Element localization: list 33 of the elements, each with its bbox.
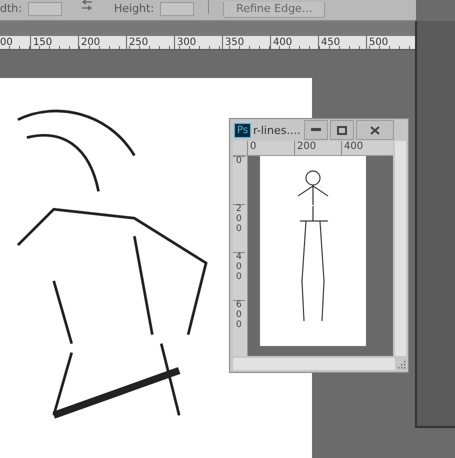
maximize-icon: [337, 126, 348, 134]
app-badge: Ps: [234, 122, 252, 138]
ruler-label: 0: [233, 156, 245, 204]
ruler-label: 150: [30, 36, 78, 49]
height-input[interactable]: [160, 2, 194, 16]
minimize-button[interactable]: [304, 120, 328, 140]
ruler-label: 350: [222, 36, 270, 49]
vertical-scrollbar[interactable]: [395, 141, 406, 356]
ruler-label: 500: [366, 36, 414, 49]
close-button[interactable]: [356, 120, 394, 140]
ruler-label: 450: [318, 36, 366, 49]
refine-edge-button[interactable]: Refine Edge...: [223, 2, 326, 18]
swap-arrows-icon[interactable]: [80, 0, 94, 10]
width-label: dth:: [0, 2, 22, 16]
ruler-label: 300: [174, 36, 222, 49]
width-input[interactable]: [28, 2, 62, 16]
ruler-label: 400: [270, 36, 318, 49]
maximize-button[interactable]: [330, 120, 354, 140]
ruler-label: 200: [233, 204, 245, 252]
close-icon: [370, 126, 380, 134]
ruler-label: 00: [0, 36, 14, 49]
minimize-icon: [311, 128, 322, 132]
resize-grip-icon[interactable]: [397, 360, 406, 368]
window-title: r-lines....: [253, 124, 300, 136]
ruler-label: 250: [126, 36, 174, 49]
ruler-label: 600: [233, 300, 245, 348]
horizontal-scrollbar[interactable]: [233, 358, 395, 370]
ruler-label: 400: [341, 141, 388, 155]
height-label: Height:: [114, 2, 154, 16]
ruler-label: 400: [233, 252, 245, 300]
ruler-label: 200: [78, 36, 126, 49]
ruler-label: 200: [294, 141, 341, 155]
ruler-label: 0: [247, 141, 294, 155]
